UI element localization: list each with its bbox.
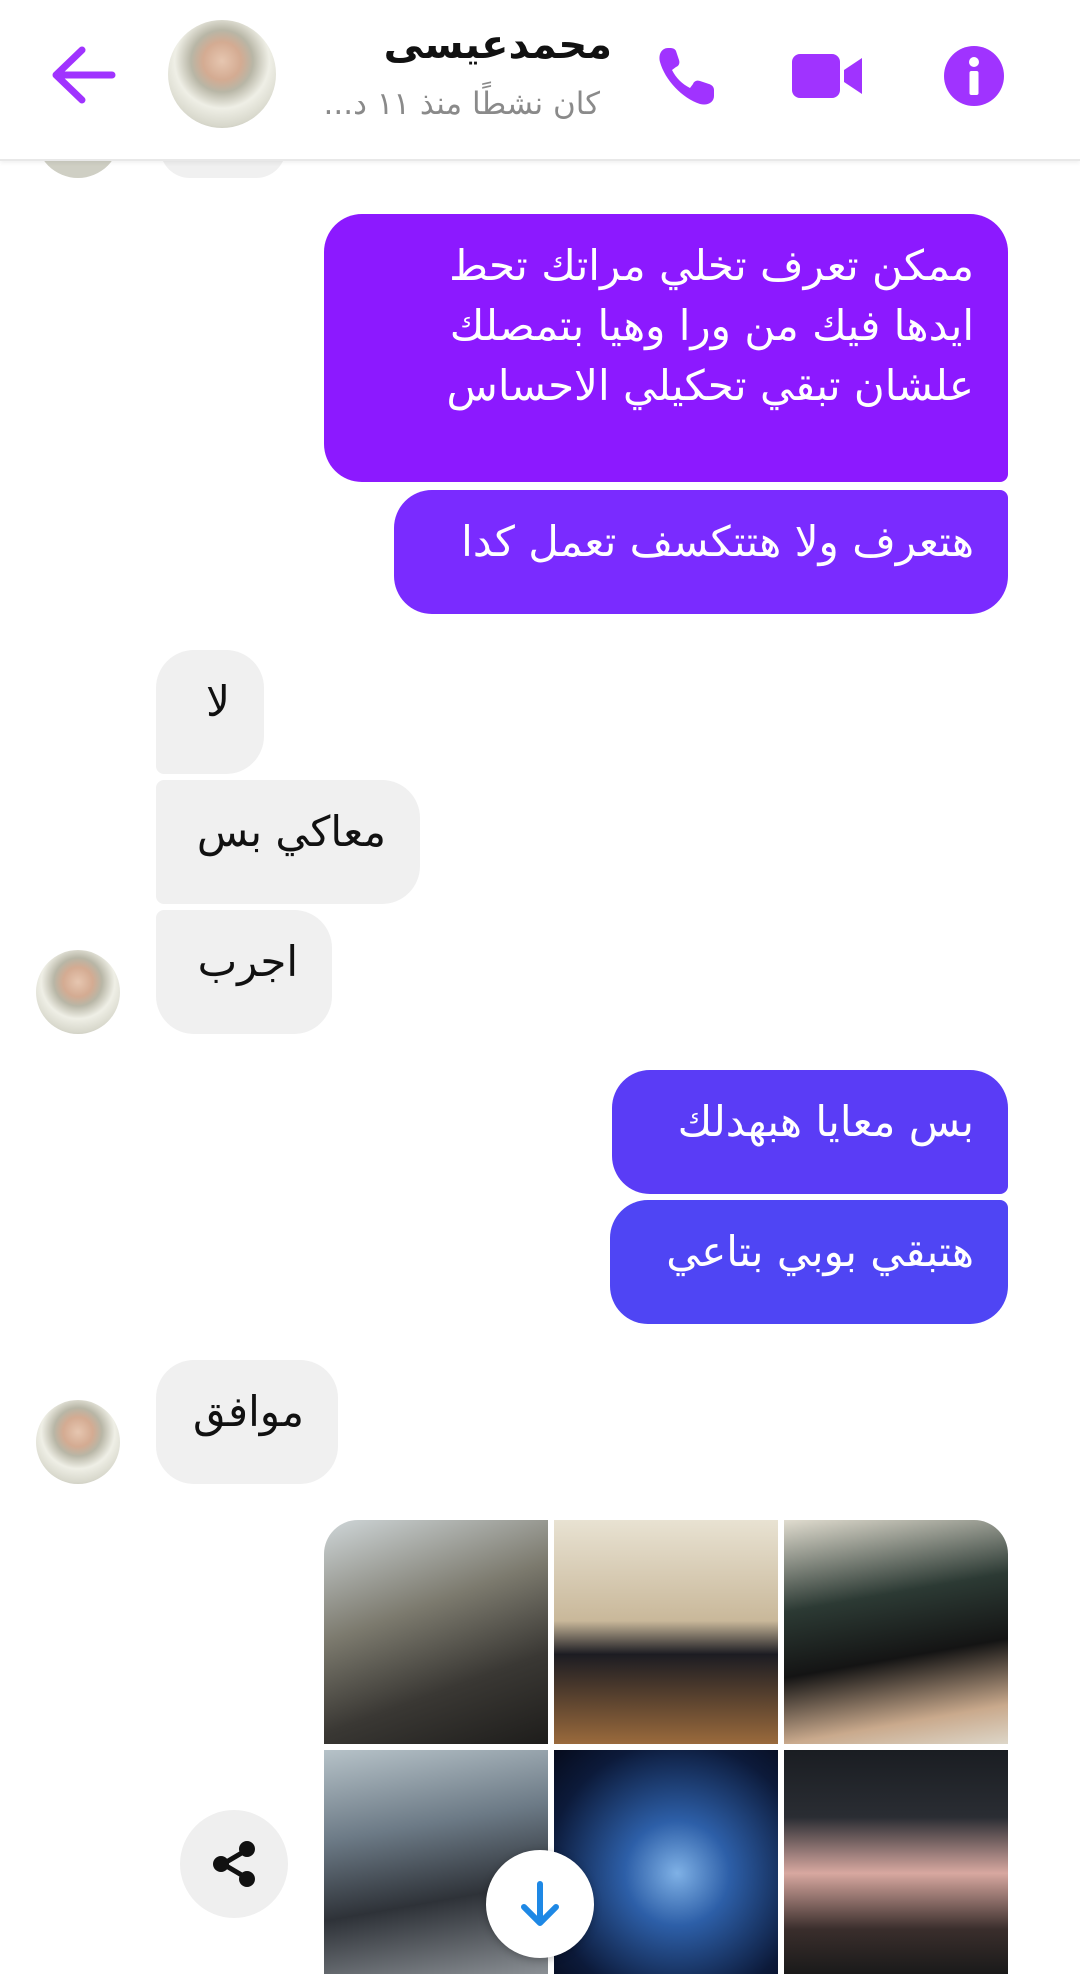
message-bubble-incoming[interactable]: اجرب: [156, 910, 332, 1034]
contact-name[interactable]: محمدعيسى: [384, 22, 612, 68]
info-icon[interactable]: [934, 40, 1014, 112]
back-arrow-icon[interactable]: [48, 44, 118, 106]
message-bubble-outgoing[interactable]: بس معايا هبهدلك: [612, 1070, 1008, 1194]
share-icon: [213, 1841, 255, 1887]
photo-thumbnail[interactable]: [784, 1750, 1008, 1974]
photo-thumbnail[interactable]: [554, 1520, 778, 1744]
message-line: معاكي بس: [196, 807, 386, 856]
active-status: كان نشطًا منذ ١١ د...: [323, 86, 600, 122]
message-line: هتعرف ولا هتتكسف تعمل كدا: [461, 517, 974, 566]
message-bubble-incoming[interactable]: لا: [156, 650, 264, 774]
contact-avatar-small[interactable]: [36, 1400, 120, 1484]
message-bubble-incoming[interactable]: معاكي بس: [156, 780, 420, 904]
message-bubble-incoming[interactable]: موافق: [156, 1360, 338, 1484]
message-line: علشان تبقي تحكيلي الاحساس: [446, 361, 974, 410]
photo-thumbnail[interactable]: [324, 1520, 548, 1744]
photo-thumbnail[interactable]: [784, 1520, 1008, 1744]
video-camera-icon[interactable]: [786, 40, 866, 112]
photo-grid: [324, 1520, 1008, 1975]
arrow-down-icon: [521, 1881, 559, 1926]
message-line: ايدها فيك من ورا وهيا بتمصلك: [449, 301, 974, 350]
message-line: هتبقي بوبي بتاعي: [666, 1227, 974, 1276]
share-button[interactable]: [180, 1810, 288, 1918]
contact-avatar[interactable]: [168, 20, 276, 128]
message-bubble-outgoing[interactable]: هتعرف ولا هتتكسف تعمل كدا: [394, 490, 1008, 614]
message-line: موافق: [193, 1387, 304, 1436]
message-bubble-outgoing[interactable]: هتبقي بوبي بتاعي: [610, 1200, 1008, 1324]
message-line: اجرب: [197, 937, 298, 986]
phone-icon[interactable]: [648, 40, 728, 112]
message-bubble-outgoing[interactable]: ممكن تعرف تخلي مراتك تحط ايدها فيك من ور…: [324, 214, 1008, 482]
message-line: ممكن تعرف تخلي مراتك تحط: [449, 241, 974, 290]
photo-thumbnail[interactable]: [554, 1750, 778, 1974]
conversation-header: محمدعيسى كان نشطًا منذ ١١ د...: [0, 0, 1080, 161]
message-line: لا: [206, 677, 230, 726]
message-line: بس معايا هبهدلك: [677, 1097, 974, 1146]
scroll-to-bottom-button[interactable]: [486, 1850, 594, 1958]
contact-avatar-small[interactable]: [36, 950, 120, 1034]
